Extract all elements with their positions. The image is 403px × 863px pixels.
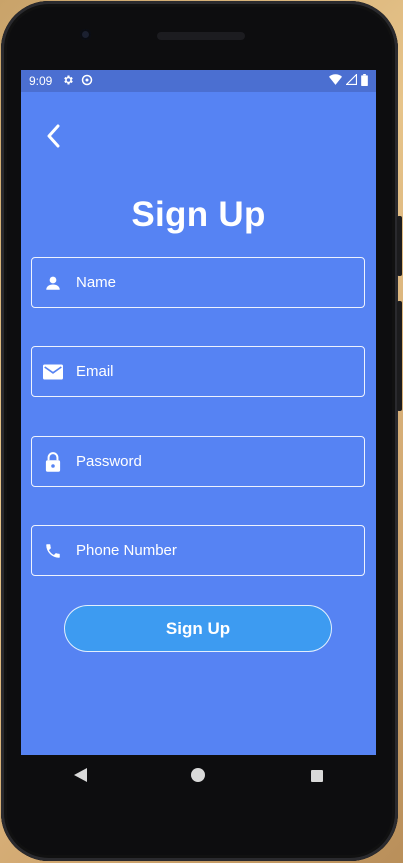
front-camera — [80, 29, 91, 40]
lock-icon — [42, 451, 64, 473]
phone-icon — [42, 540, 64, 562]
recents-square-icon — [310, 769, 323, 787]
nav-back-button[interactable] — [60, 758, 100, 798]
battery-icon — [361, 73, 368, 89]
earpiece-speaker — [157, 32, 245, 40]
settings-icon — [62, 74, 74, 89]
volume-button — [397, 216, 402, 276]
app-screen: 9:09 Sign Up Name Email Phone Number Sig… — [21, 70, 376, 755]
person-icon — [42, 272, 64, 294]
phone-number-field[interactable] — [31, 525, 365, 576]
password-field[interactable] — [31, 436, 365, 487]
page-title: Sign Up — [131, 195, 266, 234]
name-input[interactable] — [74, 273, 338, 292]
mail-icon — [42, 361, 64, 383]
wifi-icon — [329, 74, 342, 88]
status-bar: 9:09 — [21, 70, 376, 92]
email-field[interactable] — [31, 346, 365, 397]
password-input[interactable] — [74, 452, 338, 471]
nav-home-button[interactable] — [178, 758, 218, 798]
name-field[interactable] — [31, 257, 365, 308]
phone-number-input[interactable] — [74, 541, 338, 560]
back-button[interactable] — [41, 124, 65, 153]
home-circle-icon — [191, 768, 206, 787]
nav-recents-button[interactable] — [297, 758, 337, 798]
status-time: 9:09 — [29, 74, 53, 88]
chevron-left-icon — [45, 124, 61, 153]
signal-icon — [345, 73, 357, 88]
email-input[interactable] — [74, 362, 338, 381]
sign-up-button[interactable]: Sign Up — [64, 605, 332, 652]
sync-icon — [81, 74, 93, 89]
system-nav-bar — [21, 755, 376, 800]
back-triangle-icon — [73, 768, 87, 787]
power-button — [397, 301, 402, 411]
